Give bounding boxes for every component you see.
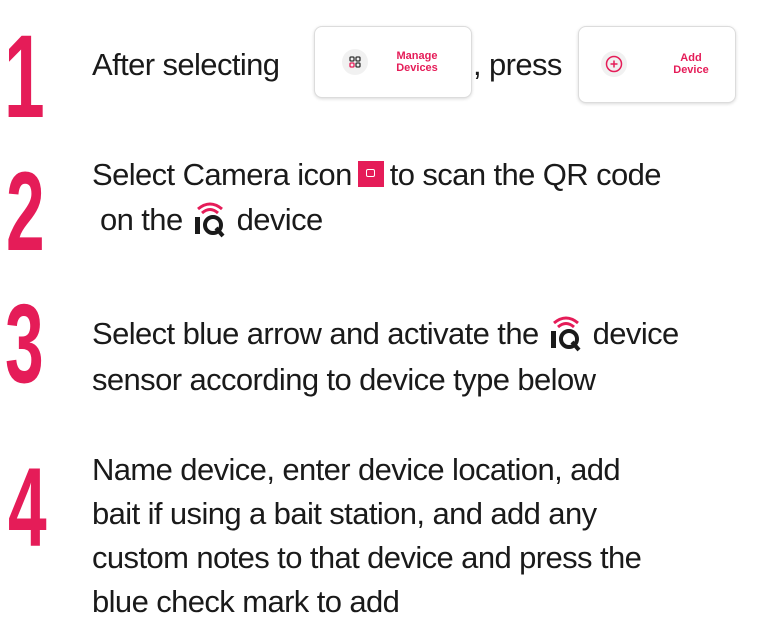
manage-devices-label-line2: Devices — [396, 62, 438, 74]
grid-icon — [349, 56, 361, 68]
step-2-line2-after: device — [236, 202, 324, 237]
step-4-line-2: bait if using a bait station, and add an… — [92, 496, 597, 531]
step-4-number: 4 — [8, 445, 47, 570]
step-2-line2-before: on the — [100, 202, 183, 237]
step-4-line-4: blue check mark to add — [92, 584, 400, 619]
step-2-number: 2 — [6, 149, 45, 274]
add-device-label-line1: Add — [680, 52, 702, 64]
step-4-line-1: Name device, enter device location, add — [92, 452, 621, 487]
step-3-line2: sensor according to device type below — [92, 362, 596, 397]
step-2-line1: Select Camera icon to scan the QR code — [92, 155, 662, 194]
camera-icon — [357, 161, 384, 187]
add-device-button[interactable]: Add Device — [578, 26, 736, 103]
iq-logo-icon — [194, 202, 225, 238]
iq-logo-icon-2 — [550, 316, 581, 352]
manage-devices-label-line1: Manage — [396, 50, 438, 62]
step-2-line1-before: Select Camera icon — [92, 157, 352, 192]
step-3-line1-after: device — [592, 316, 680, 351]
manage-devices-label: Manage Devices — [387, 50, 447, 74]
step-2-line2: on the device — [100, 200, 323, 239]
manage-devices-button[interactable]: Manage Devices — [314, 26, 472, 98]
step-1-number: 1 — [4, 11, 45, 143]
step-3-line1: Select blue arrow and activate the devic… — [92, 314, 679, 353]
step-1-text-before: After selecting — [92, 47, 280, 82]
manage-devices-icon-circle — [342, 49, 368, 75]
add-device-icon-circle — [601, 51, 627, 77]
step-3-number: 3 — [5, 281, 44, 406]
step-1-text-middle: , press — [473, 47, 562, 82]
step-3-line1-before: Select blue arrow and activate the — [92, 316, 539, 351]
add-device-label: Add Device — [669, 52, 713, 76]
plus-circle-icon — [605, 55, 623, 73]
step-2-line1-after: to scan the QR code — [389, 157, 662, 192]
step-4-line-3: custom notes to that device and press th… — [92, 540, 642, 575]
add-device-label-line2: Device — [673, 64, 709, 76]
